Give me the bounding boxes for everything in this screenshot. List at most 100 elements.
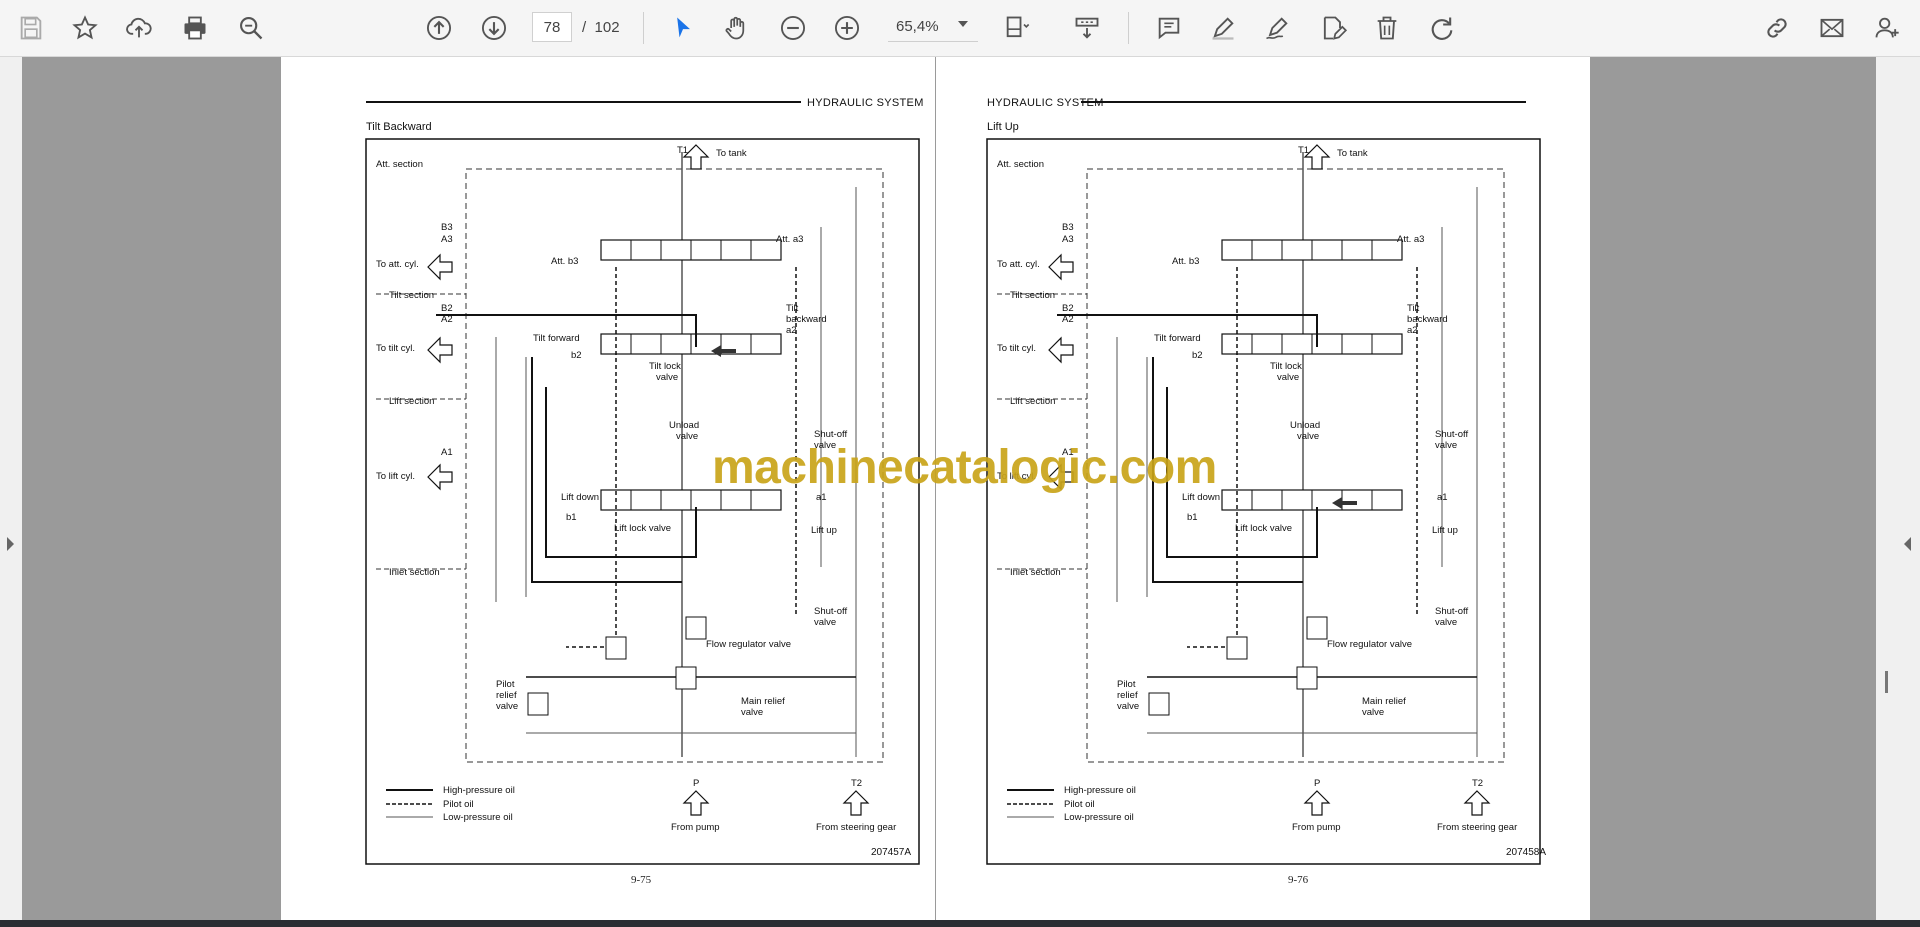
add-user-icon[interactable] — [1870, 11, 1904, 45]
diagram-label-b2-port: b2 — [571, 350, 582, 361]
diagram-label-b3: B3 — [441, 222, 453, 233]
diagram-label-inlet-section: Inlet section — [389, 567, 440, 578]
select-cursor-icon[interactable] — [666, 11, 700, 45]
relief-valve — [1226, 636, 1248, 660]
diagram-label-flow-reg: Flow regulator valve — [706, 639, 792, 650]
diagram-label-relief: relief — [496, 690, 517, 701]
save-icon[interactable] — [14, 11, 48, 45]
next-page-icon[interactable] — [477, 11, 511, 45]
diagram-label-from-pump: From pump — [1292, 822, 1341, 833]
diagram-label-valve5: valve — [496, 701, 519, 712]
diagram-label-to-tilt-cyl: To tilt cyl. — [997, 343, 1037, 354]
page-number-input[interactable] — [532, 12, 572, 42]
tilt-cyl-arrow — [427, 336, 453, 364]
diagram-label-t2: T2 — [1472, 778, 1484, 789]
att-cyl-arrow — [1048, 253, 1074, 281]
diagram-label-pilot: Pilot — [1117, 679, 1136, 690]
diagram-label-tilt-backward2: backward — [1407, 314, 1448, 325]
pen-icon[interactable] — [1206, 11, 1240, 45]
diagram-label-valve4: valve — [1435, 617, 1458, 628]
print-icon[interactable] — [178, 11, 212, 45]
relief-valve — [685, 616, 707, 640]
right-panel-toggle[interactable] — [1876, 57, 1920, 920]
zoom-out-icon[interactable] — [776, 11, 810, 45]
diagram-label-legend-pilot: Pilot oil — [443, 799, 474, 810]
trash-icon[interactable] — [1370, 11, 1404, 45]
zoom-level-dropdown[interactable]: 65,4% — [888, 12, 978, 42]
diagram-label-valve6: valve — [741, 707, 764, 718]
diagram-label-a1-port: a1 — [1437, 492, 1448, 503]
diagram-label-tilt-lock: Tilt lock — [649, 361, 681, 372]
diagram-label-t1: T1 — [1298, 145, 1310, 156]
comment-icon[interactable] — [1152, 11, 1186, 45]
diagram-label-valve5: valve — [1117, 701, 1140, 712]
separator — [1128, 12, 1129, 44]
diagram-label-b3: B3 — [1062, 222, 1074, 233]
diagram-label-tilt-a2: a2 — [786, 325, 797, 336]
scroll-mode-icon[interactable] — [1070, 11, 1104, 45]
mail-icon[interactable] — [1815, 11, 1849, 45]
diagram-label-legend-hp: High-pressure oil — [1064, 785, 1136, 796]
diagram-label-legend-pilot: Pilot oil — [1064, 799, 1095, 810]
link-icon[interactable] — [1760, 11, 1794, 45]
page-fit-icon[interactable] — [1000, 11, 1034, 45]
page-total: / 102 — [582, 19, 620, 36]
steering-gear-arrow — [842, 790, 870, 816]
diagram-label-main-relief: Main relief — [1362, 696, 1406, 707]
high-pressure-line — [531, 357, 682, 583]
expand-left-icon[interactable] — [7, 537, 14, 551]
chevron-down-icon[interactable] — [958, 21, 968, 27]
diagram-label-relief: relief — [1117, 690, 1138, 701]
page-number: 9-76 — [1288, 874, 1309, 886]
steering-gear-arrow — [1463, 790, 1491, 816]
diagram-label-a1: A1 — [441, 447, 453, 458]
relief-valve — [675, 666, 697, 690]
zoom-search-icon[interactable] — [234, 11, 268, 45]
diagram-label-lift-section: Lift section — [1010, 396, 1056, 407]
diagram-label-att-b3: Att. b3 — [1172, 256, 1200, 267]
diagram-label-valve1: valve — [656, 372, 679, 383]
diagram-label-lift-up: Lift up — [811, 525, 837, 536]
diagram-label-lift-down: Lift down — [561, 492, 600, 503]
diagram-label-b2: B2 — [441, 303, 453, 314]
diagram-label-shutoff2: Shut-off — [814, 606, 848, 617]
previous-page-icon[interactable] — [422, 11, 456, 45]
left-panel-toggle[interactable] — [0, 57, 22, 920]
diagram-label-to-lift-cyl: To lift cyl. — [376, 471, 416, 482]
diagram-label-att-section: Att. section — [997, 159, 1044, 170]
pump-arrow — [1303, 790, 1331, 816]
edit-icon[interactable] — [1316, 11, 1350, 45]
diagram-label-tilt-section: Tilt section — [389, 290, 435, 301]
diagram-label-t2: T2 — [851, 778, 863, 789]
redo-icon[interactable] — [1425, 11, 1459, 45]
diagram-label-shutoff: Shut-off — [1435, 429, 1469, 440]
diagram-label-valve2: valve — [1297, 431, 1320, 442]
zoom-in-icon[interactable] — [830, 11, 864, 45]
diagram-label-b2: B2 — [1062, 303, 1074, 314]
diagram-label-a3: A3 — [441, 234, 453, 245]
diagram-label-lift-lock: Lift lock valve — [614, 523, 672, 534]
diagram-label-t1: T1 — [677, 145, 689, 156]
diagram-label-from-steering: From steering gear — [816, 822, 897, 833]
taskbar-strip — [0, 920, 1920, 927]
diagram-label-valve1: valve — [1277, 372, 1300, 383]
diagram-label-from-steering: From steering gear — [1437, 822, 1518, 833]
expand-right-icon[interactable] — [1904, 537, 1911, 551]
sign-icon[interactable] — [1260, 11, 1294, 45]
diagram-label-unload: Unload — [669, 420, 700, 431]
star-icon[interactable] — [68, 11, 102, 45]
hand-icon[interactable] — [720, 11, 754, 45]
diagram-label-valve6: valve — [1362, 707, 1385, 718]
diagram-label-a2: A2 — [1062, 314, 1074, 325]
diagram-label-valve3: valve — [1435, 440, 1458, 451]
upload-icon[interactable] — [122, 11, 156, 45]
document-viewer[interactable]: HYDRAULIC SYSTEM Tilt Backward T1 To tank… — [22, 57, 1876, 920]
diagram-label-to-tilt-cyl: To tilt cyl. — [376, 343, 416, 354]
diagram-label-att-b3: Att. b3 — [551, 256, 579, 267]
diagram-label-tilt-backward2: backward — [786, 314, 827, 325]
scrollbar-thumb[interactable] — [1885, 671, 1888, 693]
diagram-label-legend-lp: Low-pressure oil — [443, 812, 513, 823]
diagram-label-lift-lock: Lift lock valve — [1235, 523, 1293, 534]
relief-valve — [527, 692, 549, 716]
diagram-label-att-a3: Att. a3 — [1397, 234, 1425, 245]
